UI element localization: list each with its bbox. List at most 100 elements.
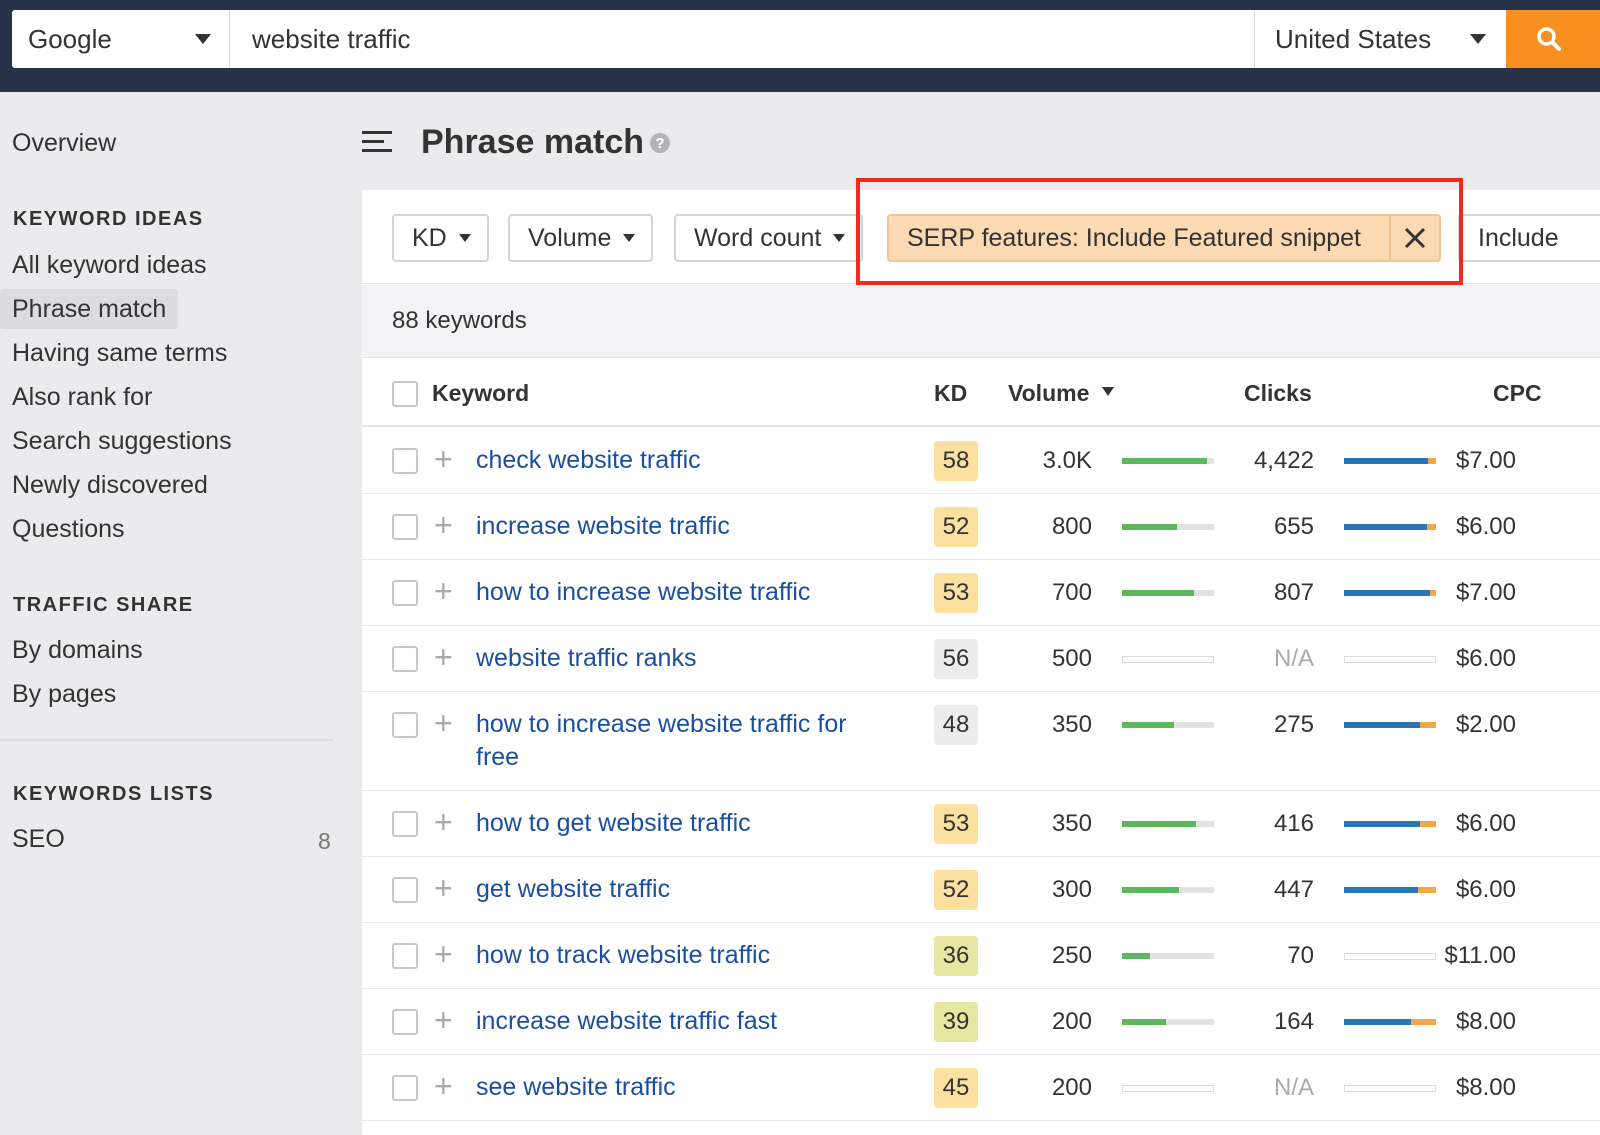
keyword-link[interactable]: increase website traffic fast <box>476 1005 886 1038</box>
add-to-list-icon[interactable]: + <box>434 575 453 607</box>
search-icon <box>1537 27 1561 51</box>
add-to-list-icon[interactable]: + <box>434 443 453 475</box>
sidebar-item-by-domains[interactable]: By domains <box>0 630 155 670</box>
table-row: + see website traffic 45 200 N/A $8.00 <box>362 1055 1600 1121</box>
row-checkbox[interactable] <box>392 646 418 672</box>
chevron-down-icon <box>833 234 846 242</box>
country-select[interactable]: United States <box>1254 10 1506 68</box>
row-checkbox[interactable] <box>392 1009 418 1035</box>
volume-value: 800 <box>1051 513 1092 540</box>
column-kd[interactable]: KD <box>934 380 967 407</box>
volume-value: 250 <box>1051 942 1092 969</box>
table-row: + website traffic ranks 56 500 N/A $6.00 <box>362 626 1600 692</box>
kd-badge: 58 <box>934 441 978 481</box>
add-to-list-icon[interactable]: + <box>434 509 453 541</box>
volume-bar-fill <box>1122 590 1194 596</box>
row-checkbox[interactable] <box>392 943 418 969</box>
keyword-link[interactable]: website traffic ranks <box>476 642 886 675</box>
sidebar-item-list-seo[interactable]: SEO <box>0 819 77 859</box>
keyword-link[interactable]: see website traffic <box>476 1071 886 1104</box>
search-button[interactable] <box>1506 10 1600 68</box>
row-checkbox[interactable] <box>392 1075 418 1101</box>
add-to-list-icon[interactable]: + <box>434 641 453 673</box>
clicks-organic-fill <box>1344 524 1427 530</box>
sidebar-item-phrase-match[interactable]: Phrase match <box>0 289 179 329</box>
sidebar-item-also-rank-for[interactable]: Also rank for <box>0 377 164 417</box>
search-input[interactable]: website traffic <box>230 10 1254 68</box>
volume-value: 3.0K <box>1042 447 1092 474</box>
add-to-list-icon[interactable]: + <box>434 938 453 970</box>
volume-bar <box>1122 656 1214 663</box>
sidebar-item-search-suggestions[interactable]: Search suggestions <box>0 421 244 461</box>
keyword-link[interactable]: get website traffic <box>476 873 886 906</box>
add-to-list-icon[interactable]: + <box>434 1070 453 1102</box>
word-count-filter-button[interactable]: Word count <box>674 214 864 262</box>
row-checkbox[interactable] <box>392 811 418 837</box>
sidebar-item-having-same-terms[interactable]: Having same terms <box>0 333 239 373</box>
add-to-list-icon[interactable]: + <box>434 872 453 904</box>
keyword-link[interactable]: how to increase website traffic for free <box>476 708 886 774</box>
menu-icon[interactable] <box>362 131 392 153</box>
keyword-link[interactable]: how to get website traffic <box>476 807 886 840</box>
volume-value: 700 <box>1051 579 1092 606</box>
cpc-value: $6.00 <box>1455 876 1516 903</box>
kd-filter-button[interactable]: KD <box>392 214 489 262</box>
sidebar-divider <box>0 739 333 741</box>
volume-bar-fill <box>1122 722 1174 728</box>
kd-badge: 53 <box>934 573 978 613</box>
keyword-link[interactable]: increase website traffic <box>476 510 886 543</box>
search-engine-select[interactable]: Google <box>12 10 230 68</box>
keyword-link[interactable]: how to track website traffic <box>476 939 886 972</box>
sidebar-item-by-pages[interactable]: By pages <box>0 674 128 714</box>
select-all-checkbox[interactable] <box>392 381 418 407</box>
table-row: + increase website traffic fast 39 200 164 $8… <box>362 989 1600 1055</box>
remove-filter-button[interactable] <box>1389 216 1439 260</box>
clicks-value: 447 <box>1273 876 1314 903</box>
volume-value: 300 <box>1051 876 1092 903</box>
row-checkbox[interactable] <box>392 712 418 738</box>
volume-bar <box>1122 1019 1214 1025</box>
keyword-link[interactable]: check website traffic <box>476 444 886 477</box>
volume-value: 350 <box>1051 810 1092 837</box>
close-icon <box>1404 227 1426 249</box>
table-header: Keyword KD Volume Clicks CPC <box>362 359 1600 427</box>
clicks-organic-fill <box>1344 722 1420 728</box>
volume-filter-button[interactable]: Volume <box>508 214 654 262</box>
column-volume[interactable]: Volume <box>1008 380 1114 407</box>
kd-badge: 39 <box>934 1002 978 1042</box>
search-row: Google website traffic United States <box>12 10 1600 68</box>
sidebar-item-newly-discovered[interactable]: Newly discovered <box>0 465 220 505</box>
kd-badge: 48 <box>934 705 978 745</box>
sidebar-item-all-keyword-ideas[interactable]: All keyword ideas <box>0 245 219 285</box>
clicks-value: 70 <box>1287 942 1314 969</box>
serp-filter-label: SERP features: Include Featured snippet <box>907 223 1361 252</box>
add-to-list-icon[interactable]: + <box>434 1004 453 1036</box>
table-row: + how to track website traffic 36 250 70 $11.… <box>362 923 1600 989</box>
clicks-organic-fill <box>1344 1019 1411 1025</box>
serp-features-filter[interactable]: SERP features: Include Featured snippet <box>887 214 1441 262</box>
clicks-value: 655 <box>1273 513 1314 540</box>
add-to-list-icon[interactable]: + <box>434 707 453 739</box>
chevron-down-icon <box>195 34 211 44</box>
sidebar-item-overview[interactable]: Overview <box>0 123 128 163</box>
sort-desc-icon <box>1101 387 1114 397</box>
keyword-link[interactable]: how to increase website traffic <box>476 576 886 609</box>
column-cpc[interactable]: CPC <box>1493 380 1542 407</box>
include-filter-button[interactable]: Include <box>1458 214 1600 262</box>
row-checkbox[interactable] <box>392 877 418 903</box>
row-checkbox[interactable] <box>392 514 418 540</box>
volume-value: 350 <box>1051 711 1092 738</box>
kd-badge: 52 <box>934 507 978 547</box>
column-keyword[interactable]: Keyword <box>432 380 529 407</box>
cpc-value: $7.00 <box>1455 447 1516 474</box>
row-checkbox[interactable] <box>392 580 418 606</box>
column-clicks[interactable]: Clicks <box>1244 380 1312 407</box>
help-icon[interactable]: ? <box>650 133 670 153</box>
clicks-organic-fill <box>1344 821 1420 827</box>
add-to-list-icon[interactable]: + <box>434 806 453 838</box>
table-body: + check website traffic 58 3.0K 4,422 $7.00 + i… <box>362 428 1600 1121</box>
cpc-value: $6.00 <box>1455 513 1516 540</box>
row-checkbox[interactable] <box>392 448 418 474</box>
cpc-value: $2.00 <box>1455 711 1516 738</box>
sidebar-item-questions[interactable]: Questions <box>0 509 137 549</box>
